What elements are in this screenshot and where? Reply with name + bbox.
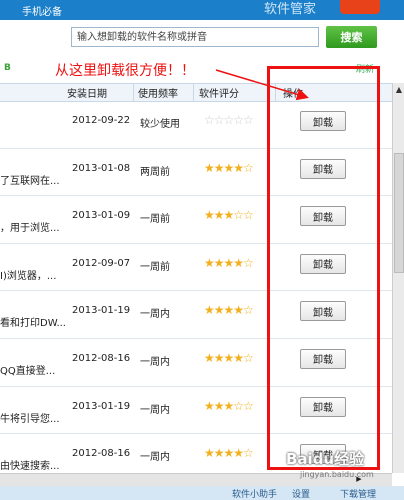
settings-link[interactable]: 设置 [292,487,310,500]
install-date: 2012-09-22 [72,115,131,126]
install-date: 2012-09-07 [72,257,131,269]
table-row: 了互联网在... 2013-01-08 两周前 ★★★★☆ 卸载 [0,149,392,197]
software-description: 了互联网在... [0,175,60,187]
install-date: 2013-01-19 [72,305,131,317]
usage-frequency: 一周内 [140,356,170,368]
usage-frequency: 一周前 [140,261,170,273]
status-bar: 软件小助手 设置 下载管理 [0,486,404,500]
rating-stars: ★★★★☆ [204,303,254,318]
software-description: ，用于浏览... [0,223,60,235]
column-usage-frequency[interactable]: 使用频率 [138,85,178,100]
uninstall-button[interactable]: 卸载 [300,111,346,131]
vertical-scrollbar[interactable]: ▲ [392,83,404,473]
usage-frequency: 一周内 [140,309,170,321]
scroll-up-arrow-icon[interactable]: ▲ [393,83,404,97]
column-action: 操作 [283,89,303,100]
uninstall-button[interactable]: 卸载 [300,158,346,179]
search-button[interactable]: 搜索 [326,26,377,48]
rating-stars: ☆☆☆☆☆ [204,113,254,127]
rating-stars: ★★★★☆ [204,160,254,175]
refresh-link[interactable]: 刷新 [356,62,374,75]
red-annotation-text: 从这里卸载很方便！！ [55,63,195,79]
table-header: 安装日期 使用频率 软件评分 操作 [0,83,392,102]
column-rating[interactable]: 软件评分 [199,85,239,100]
tab-mobile-essentials[interactable]: 手机必备 [22,3,62,18]
software-description: 看和打印DW... [0,318,66,330]
install-date: 2012-08-16 [72,352,131,364]
install-date: 2013-01-09 [72,210,131,222]
rating-stars: ★★★☆☆ [204,398,254,413]
software-description: I)浏览器，... [0,270,57,282]
column-divider [133,84,134,101]
rating-stars: ★★★☆☆ [204,208,254,223]
search-input[interactable]: 输入想卸载的软件名称或拼音 [71,27,319,47]
table-row: 牛将引导您... 2013-01-19 一周内 ★★★☆☆ 卸载 [0,387,392,435]
usage-frequency: 一周前 [140,214,170,226]
software-description: 由快速搜索... [0,461,60,473]
scroll-thumb[interactable] [394,153,404,273]
baidu-watermark: Baidu经验 [286,450,365,468]
usage-frequency: 一周内 [140,452,170,464]
table-row: 看和打印DW... 2013-01-19 一周内 ★★★★☆ 卸载 [0,291,392,339]
uninstall-button[interactable]: 卸载 [300,396,346,417]
logo-icon [340,0,380,14]
table-row: I)浏览器，... 2012-09-07 一周前 ★★★★☆ 卸载 [0,244,392,292]
software-list: 2012-09-22 较少使用 ☆☆☆☆☆ 卸载 了互联网在... 2013-0… [0,101,392,482]
helper-link[interactable]: 软件小助手 [232,487,277,500]
rating-stars: ★★★★☆ [204,446,254,461]
rating-stars: ★★★★☆ [204,350,254,365]
uninstall-button[interactable]: 卸载 [300,348,346,369]
app-brand: 软件管家 [264,2,317,17]
column-divider [275,84,276,101]
search-row: 输入想卸载的软件名称或拼音 搜索 [0,20,404,57]
title-bar: 手机必备 软件管家 [0,0,404,20]
install-date: 2012-08-16 [72,448,131,460]
install-date: 2013-01-08 [72,162,131,174]
column-install-date[interactable]: 安装日期 [67,85,107,100]
table-row: QQ直接登... 2012-08-16 一周内 ★★★★☆ 卸载 [0,339,392,387]
uninstall-button[interactable]: 卸载 [300,206,346,227]
toolbar-left-label: B [4,63,11,73]
usage-frequency: 一周内 [140,404,170,416]
baidu-watermark-url: jingyan.baidu.com [300,470,374,479]
column-divider [193,84,194,101]
software-description: 牛将引导您... [0,413,60,425]
usage-frequency: 两周前 [140,166,170,178]
table-row: 2012-09-22 较少使用 ☆☆☆☆☆ 卸载 [0,101,392,149]
downloads-link[interactable]: 下载管理 [340,487,376,500]
usage-frequency: 较少使用 [140,119,180,130]
table-row: ，用于浏览... 2013-01-09 一周前 ★★★☆☆ 卸载 [0,196,392,244]
software-description: QQ直接登... [0,365,56,377]
install-date: 2013-01-19 [72,400,131,412]
uninstall-button[interactable]: 卸载 [300,253,346,274]
rating-stars: ★★★★☆ [204,255,254,270]
uninstall-button[interactable]: 卸载 [300,301,346,322]
